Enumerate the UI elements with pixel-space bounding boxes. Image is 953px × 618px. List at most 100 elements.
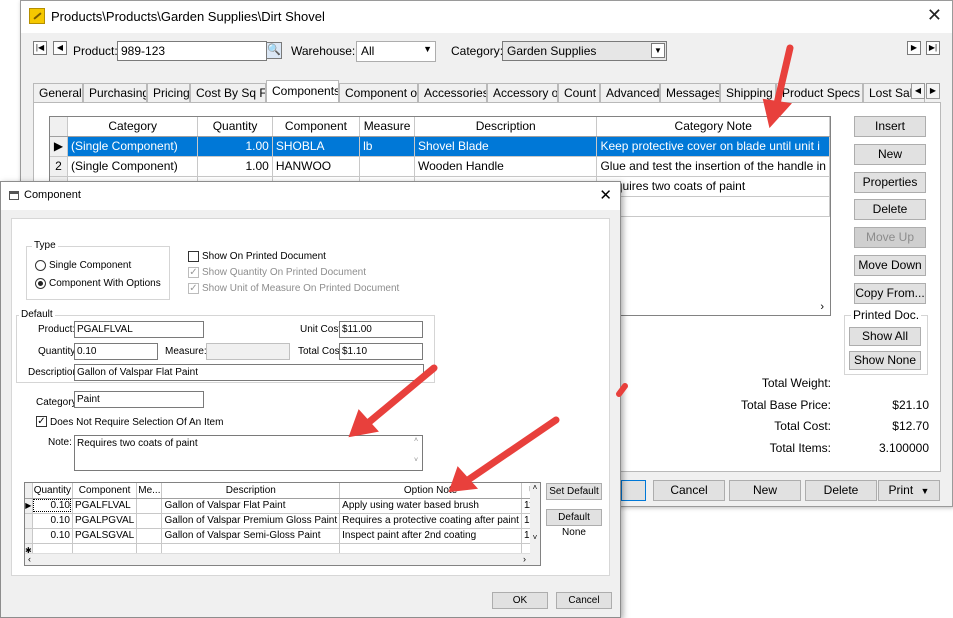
note-textarea[interactable]: Requires two coats of paint ˄ ˅ xyxy=(74,435,423,471)
show-none-button[interactable]: Show None xyxy=(849,351,921,370)
cell-option-note[interactable]: Inspect paint after 2nd coating xyxy=(339,528,522,544)
category-input[interactable]: Paint xyxy=(74,391,204,408)
column-header[interactable]: Category xyxy=(67,117,199,137)
tab-pricing[interactable]: Pricing xyxy=(147,83,190,102)
default-none-button[interactable]: Default None xyxy=(546,509,602,538)
cell-note[interactable]: Glue and test the insertion of the handl… xyxy=(596,156,830,177)
column-header[interactable]: Category Note xyxy=(596,117,830,137)
tab-components[interactable]: Components xyxy=(266,80,339,103)
ok-button[interactable]: OK xyxy=(492,592,548,609)
last-record-button[interactable]: ▶| xyxy=(926,41,940,55)
column-header[interactable]: Component xyxy=(272,117,361,137)
tab-cost-by-sq-ft[interactable]: Cost By Sq Ft xyxy=(190,83,266,102)
tab-general[interactable]: General xyxy=(33,83,83,102)
tab-scroll-left-icon[interactable]: ◀ xyxy=(911,83,925,99)
tab-advanced[interactable]: Advanced xyxy=(600,83,660,102)
tab-product-specs[interactable]: Product Specs xyxy=(776,83,863,102)
column-header[interactable]: Description xyxy=(161,483,341,499)
no-selection-checkbox[interactable]: ✓ xyxy=(36,416,47,427)
print-button[interactable]: Print ▼ xyxy=(878,480,940,501)
column-header[interactable]: Quantity xyxy=(197,117,273,137)
cell-measure[interactable] xyxy=(359,156,415,177)
cell-quantity[interactable]: 0.10 xyxy=(32,528,73,544)
scroll-left-icon[interactable]: ‹ xyxy=(28,554,31,564)
column-header[interactable]: Option Note xyxy=(339,483,522,499)
properties-button[interactable]: Properties xyxy=(854,172,926,193)
cell-description[interactable]: Gallon of Valspar Semi-Gloss Paint xyxy=(161,528,341,544)
new-record-button[interactable]: New xyxy=(729,480,801,501)
cell-quantity[interactable]: 0.10 xyxy=(32,498,73,514)
cell-measure[interactable] xyxy=(136,528,163,544)
column-header[interactable]: Me... xyxy=(136,483,163,499)
cell-note[interactable]: Keep protective cover on blade until uni… xyxy=(596,136,830,157)
previous-record-button[interactable]: ◀ xyxy=(53,41,67,55)
insert-button[interactable]: Insert xyxy=(854,116,926,137)
cell-component[interactable]: SHOBLA xyxy=(272,136,361,157)
category-select[interactable]: Garden Supplies ▼ xyxy=(502,41,667,61)
cell-component[interactable]: PGALPGVAL xyxy=(72,513,138,529)
tab-scroll-right-icon[interactable]: ▶ xyxy=(926,83,940,99)
close-icon[interactable]: ✕ xyxy=(599,186,612,204)
table-row[interactable]: 0.10 PGALSGVAL Gallon of Valspar Semi-Gl… xyxy=(25,528,540,544)
show-quantity-checkbox[interactable]: ✓ xyxy=(188,267,199,278)
cell-component[interactable]: HANWOO xyxy=(272,156,361,177)
copy-from-button[interactable]: Copy From... xyxy=(854,283,926,304)
cell-category[interactable]: (Single Component) xyxy=(67,136,199,157)
close-icon[interactable]: ✕ xyxy=(927,6,942,24)
cell-component[interactable]: PGALFLVAL xyxy=(72,498,138,514)
move-up-button[interactable]: Move Up xyxy=(854,227,926,248)
column-header[interactable]: Measure xyxy=(359,117,415,137)
tab-accessories[interactable]: Accessories xyxy=(418,83,487,102)
cell-category[interactable]: (Single Component) xyxy=(67,156,199,177)
cell-description[interactable]: Gallon of Valspar Premium Gloss Paint xyxy=(161,513,341,529)
measure-input[interactable] xyxy=(206,343,290,360)
next-record-button[interactable]: ▶ xyxy=(907,41,921,55)
scroll-right-icon[interactable]: › xyxy=(820,301,824,313)
cell-quantity[interactable]: 1.00 xyxy=(197,156,273,177)
note-scrollbar[interactable]: ˄ ˅ xyxy=(411,436,421,470)
product-input[interactable]: 989-123 xyxy=(117,41,267,61)
table-row[interactable]: 2 (Single Component) 1.00 HANWOO Wooden … xyxy=(50,156,830,177)
table-row[interactable]: ▶ (Single Component) 1.00 SHOBLA lb Shov… xyxy=(50,136,830,157)
cell-option-note[interactable]: Requires a protective coating after pain… xyxy=(339,513,522,529)
tab-count[interactable]: Count xyxy=(558,83,600,102)
column-header[interactable]: Quantity xyxy=(32,483,73,499)
tab-component-of[interactable]: Component of xyxy=(339,83,418,102)
show-all-button[interactable]: Show All xyxy=(849,327,921,346)
delete-button[interactable]: Delete xyxy=(854,199,926,220)
horizontal-scrollbar[interactable]: ‹ › xyxy=(25,553,540,565)
first-record-button[interactable]: |◀ xyxy=(33,41,47,55)
search-icon[interactable]: 🔍 xyxy=(266,42,282,59)
cell-component[interactable]: PGALSGVAL xyxy=(72,528,138,544)
cell-measure[interactable] xyxy=(136,498,163,514)
cell-note[interactable]: Requires two coats of paint xyxy=(596,176,830,197)
table-row[interactable]: 0.10 PGALPGVAL Gallon of Valspar Premium… xyxy=(25,513,540,529)
ok-button-partial[interactable] xyxy=(621,480,646,501)
cell-option-note[interactable]: Apply using water based brush xyxy=(339,498,522,514)
unit-cost-input[interactable]: $11.00 xyxy=(339,321,423,338)
move-down-button[interactable]: Move Down xyxy=(854,255,926,276)
options-grid[interactable]: Quantity Component Me... Description Opt… xyxy=(24,482,541,566)
new-button[interactable]: New xyxy=(854,144,926,165)
table-row[interactable]: ▶ 0.10 PGALFLVAL Gallon of Valspar Flat … xyxy=(25,498,540,514)
total-cost-input[interactable]: $1.10 xyxy=(339,343,423,360)
cell-description[interactable]: Wooden Handle xyxy=(414,156,598,177)
cell-measure[interactable]: lb xyxy=(359,136,415,157)
scroll-right-icon[interactable]: › xyxy=(523,554,526,564)
column-header[interactable]: Component xyxy=(72,483,138,499)
cell-description[interactable]: Gallon of Valspar Flat Paint xyxy=(161,498,341,514)
description-input[interactable]: Gallon of Valspar Flat Paint xyxy=(74,364,424,381)
delete-record-button[interactable]: Delete xyxy=(805,480,877,501)
cell-measure[interactable] xyxy=(136,513,163,529)
show-uom-checkbox[interactable]: ✓ xyxy=(188,283,199,294)
cell-description[interactable]: Shovel Blade xyxy=(414,136,598,157)
tab-shipping[interactable]: Shipping xyxy=(720,83,776,102)
vertical-scrollbar[interactable]: ˄ ˅ xyxy=(530,483,540,555)
product-input[interactable]: PGALFLVAL xyxy=(74,321,204,338)
single-component-radio[interactable] xyxy=(35,260,46,271)
cell-quantity[interactable]: 1.00 xyxy=(197,136,273,157)
tab-purchasing[interactable]: Purchasing xyxy=(83,83,147,102)
warehouse-select[interactable]: All ▼ xyxy=(356,41,436,62)
cancel-button[interactable]: Cancel xyxy=(556,592,612,609)
tab-accessory-of[interactable]: Accessory of xyxy=(487,83,558,102)
